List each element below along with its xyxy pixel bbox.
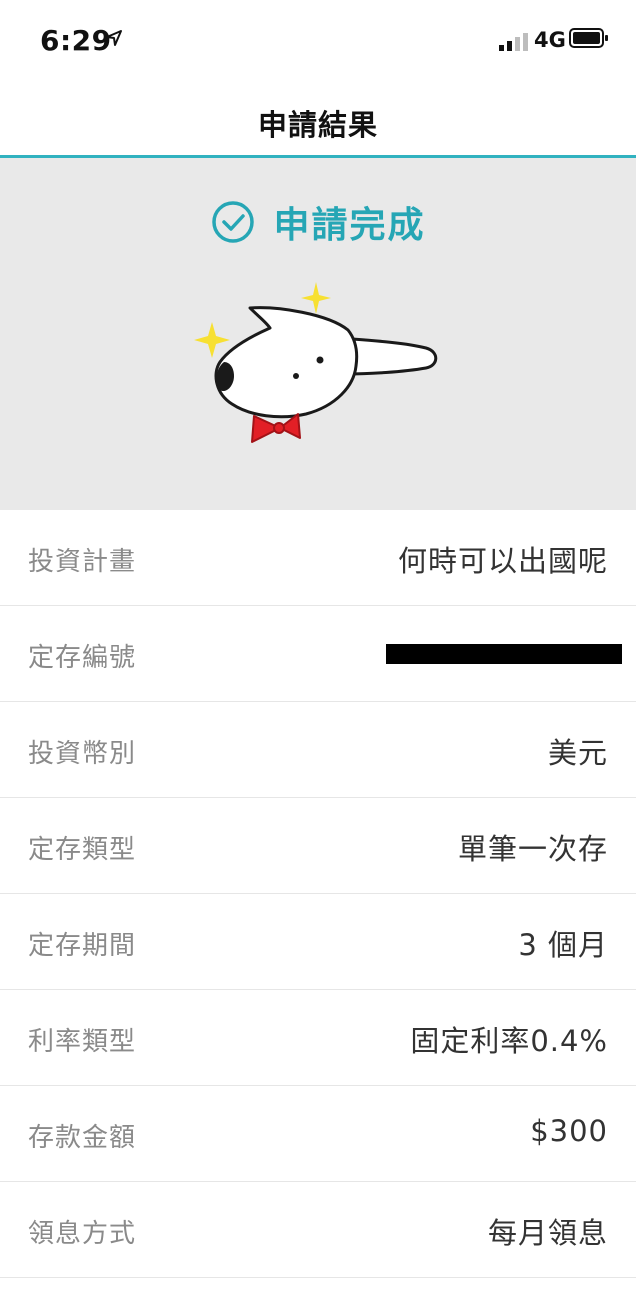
- detail-label: 存款金額: [28, 1123, 137, 1153]
- application-details: 投資計畫 何時可以出國呢 定存編號 投資幣別 美元 定存類型 單筆一次存 定存期…: [0, 510, 636, 1278]
- detail-value: 何時可以出國呢: [397, 544, 608, 578]
- signal-strength-icon: [499, 33, 528, 51]
- status-time: 6:29: [40, 24, 112, 57]
- check-circle-icon: [212, 201, 255, 243]
- success-status: 申請完成: [0, 196, 636, 252]
- location-arrow-icon: [106, 30, 122, 46]
- detail-label: 投資計畫: [28, 547, 137, 577]
- detail-row-currency: 投資幣別 美元: [0, 702, 636, 798]
- detail-value: 單筆一次存: [457, 832, 608, 866]
- detail-label: 定存編號: [28, 643, 137, 673]
- navigation-bar: 申請結果: [0, 82, 636, 156]
- page-title: 申請結果: [257, 108, 378, 142]
- detail-row-plan: 投資計畫 何時可以出國呢: [0, 510, 636, 606]
- detail-row-deposit-type: 定存類型 單筆一次存: [0, 798, 636, 894]
- detail-label: 投資幣別: [28, 739, 137, 769]
- detail-value: 美元: [547, 736, 608, 770]
- detail-label: 領息方式: [28, 1219, 137, 1249]
- success-text: 申請完成: [273, 205, 426, 246]
- detail-row-term: 定存期間 3 個月: [0, 894, 636, 990]
- status-bar: 6:29 4G: [0, 0, 636, 82]
- battery-icon: [569, 28, 608, 48]
- detail-value: 每月領息: [487, 1216, 608, 1250]
- detail-value: 固定利率0.4%: [410, 1024, 608, 1058]
- detail-label: 定存類型: [28, 835, 137, 865]
- redacted-deposit-number: [386, 644, 622, 664]
- detail-value: 3 個月: [518, 928, 608, 962]
- detail-row-interest-payout: 領息方式 每月領息: [0, 1182, 636, 1278]
- detail-row-amount: 存款金額 $300: [0, 1086, 636, 1182]
- network-type: 4G: [534, 28, 566, 52]
- detail-row-rate-type: 利率類型 固定利率0.4%: [0, 990, 636, 1086]
- success-banner: 申請完成: [0, 158, 636, 510]
- detail-label: 定存期間: [28, 931, 137, 961]
- detail-label: 利率類型: [28, 1027, 137, 1057]
- dog-mascot-illustration: [194, 282, 438, 443]
- detail-value: $300: [530, 1114, 608, 1148]
